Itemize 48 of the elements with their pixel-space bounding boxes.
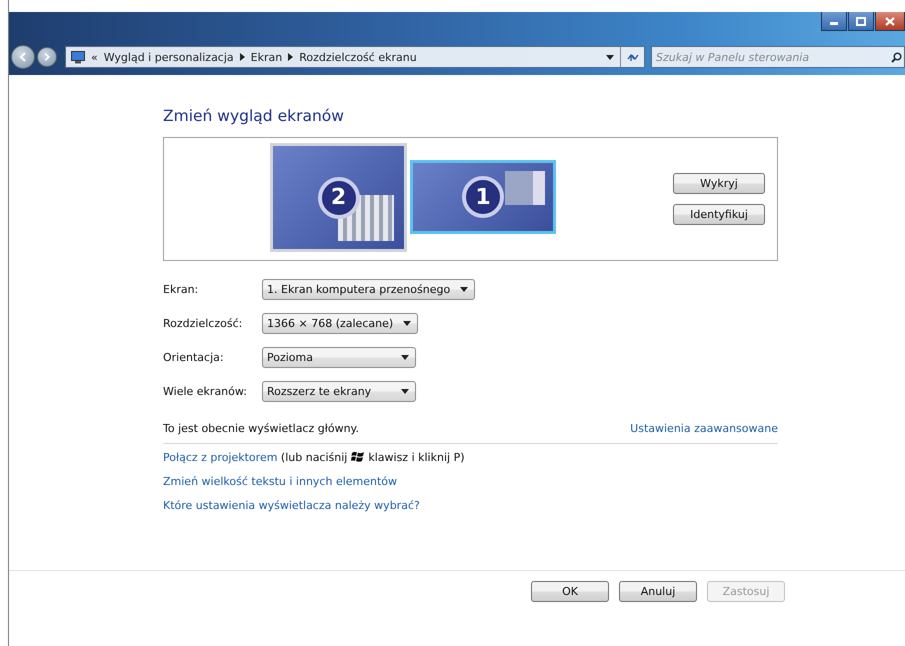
help-link[interactable]: Które ustawienia wyświetlacza należy wybrać? [163,499,420,512]
monitor-action-button[interactable]: Identyfikuj [673,204,765,225]
breadcrumb-item[interactable]: Ekran [250,50,282,64]
dropdown-arrow-icon [460,287,468,292]
status-text: To jest obecnie wyświetlacz główny. [163,422,359,435]
minimize-button[interactable] [821,12,847,31]
overflow-chevron[interactable]: « [91,50,98,64]
search-field[interactable]: Szukaj w Panelu sterowania [651,46,905,68]
refresh-icon [626,52,638,62]
setting-dropdown[interactable]: Pozioma [262,347,416,368]
setting-label: Wiele ekranów: [163,385,248,398]
window-thumbnail-drawing [505,171,545,205]
monitor-number: 1 [462,176,504,218]
back-button[interactable] [11,45,35,69]
dropdown-arrow-icon [401,389,409,394]
monitor-tile[interactable]: 2 [270,143,407,252]
breadcrumb-item[interactable]: Rozdzielczość ekranu [299,50,417,64]
setting-label: Ekran: [163,283,200,296]
dialog-button[interactable]: Anuluj [619,581,697,602]
page-heading: Zmień wygląd ekranów [163,107,345,125]
breadcrumb-item[interactable]: Wygląd i personalizacja [104,50,234,64]
dialog-button[interactable]: OK [531,581,609,602]
setting-label: Rozdzielczość: [163,317,244,330]
maximize-icon [856,16,866,26]
maximize-button[interactable] [848,12,874,31]
breadcrumb-arrow-icon[interactable] [288,53,294,61]
monitor-action-button[interactable]: Wykryj [673,173,765,194]
dropdown-arrow-icon [401,355,409,360]
windows-logo-icon [350,451,365,463]
help-link[interactable]: Zmień wielkość tekstu i innych elementów [163,475,398,488]
projector-link[interactable]: Połącz z projektorem [163,451,278,464]
monitor-icon [71,50,85,64]
projector-hint: Połącz z projektorem (lub naciśnij klawisz i kliknij P) [163,451,466,464]
close-button[interactable] [875,12,905,31]
forward-button[interactable] [37,47,57,67]
setting-dropdown[interactable]: 1. Ekran komputera przenośnego [262,279,476,300]
dropdown-arrow-icon[interactable] [606,54,614,60]
monitor-tile[interactable]: 1 [410,160,556,234]
dropdown-arrow-icon [403,321,412,326]
monitor-number: 2 [318,176,360,218]
advanced-settings-link[interactable]: Ustawienia zaawansowane [630,422,778,435]
close-icon [885,16,895,26]
address-bar[interactable]: « Wygląd i personalizacja Ekran Rozdzielczość ekranu [65,46,645,68]
search-icon [891,52,902,63]
setting-dropdown[interactable]: Rozszerz te ekrany [262,381,416,402]
setting-dropdown[interactable]: 1366 × 768 (zalecane) [262,313,418,334]
setting-label: Orientacja: [163,351,225,364]
breadcrumb-arrow-icon[interactable] [240,53,245,61]
